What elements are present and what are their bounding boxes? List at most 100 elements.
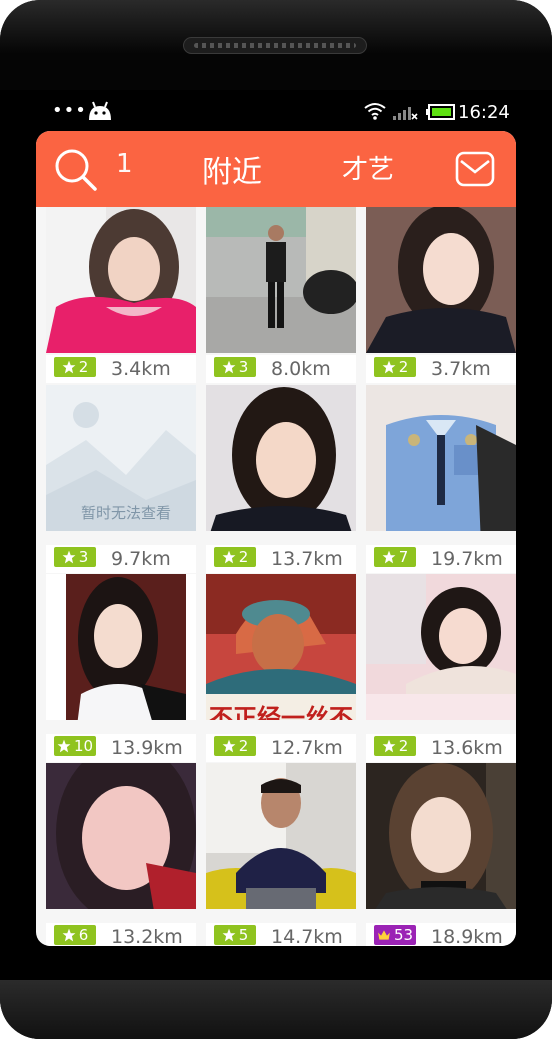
user-photo <box>46 574 196 720</box>
mail-icon[interactable] <box>455 151 495 187</box>
level-value: 53 <box>393 926 414 944</box>
level-value: 3 <box>78 548 89 566</box>
search-icon[interactable] <box>54 148 98 192</box>
level-badge: 2 <box>214 547 256 567</box>
user-card[interactable]: 10 13.9km <box>46 574 196 763</box>
level-value: 2 <box>238 737 249 755</box>
level-value: 7 <box>398 548 409 566</box>
speaker-grille <box>183 37 367 54</box>
user-card[interactable]: 2 3.4km <box>46 207 196 396</box>
user-photo <box>206 207 356 353</box>
user-info: 2 12.7km <box>206 734 356 762</box>
wifi-icon <box>364 103 386 120</box>
distance-label: 14.7km <box>271 926 343 946</box>
distance-label: 8.0km <box>271 358 331 380</box>
level-badge: 2 <box>374 736 416 756</box>
user-photo <box>206 763 356 909</box>
user-card[interactable]: 2 3.7km <box>366 207 516 396</box>
more-dots-icon: ••• <box>52 100 87 121</box>
level-badge: 3 <box>214 357 256 377</box>
level-badge: 2 <box>214 736 256 756</box>
level-badge: 53 <box>374 925 416 945</box>
level-badge: 7 <box>374 547 416 567</box>
level-badge: 10 <box>54 736 96 756</box>
user-info: 2 3.4km <box>46 355 196 383</box>
level-badge: 3 <box>54 547 96 567</box>
level-value: 3 <box>238 358 249 376</box>
user-info: 2 13.6km <box>366 734 516 762</box>
user-photo <box>46 763 196 909</box>
user-card[interactable]: 6 13.2km <box>46 763 196 946</box>
star-icon <box>222 928 236 942</box>
tab-talent[interactable]: 才艺 <box>342 149 394 186</box>
user-card[interactable]: 5 14.7km <box>206 763 356 946</box>
level-value: 6 <box>78 926 89 944</box>
distance-label: 13.7km <box>271 548 343 570</box>
battery-icon <box>426 104 455 120</box>
distance-label: 3.7km <box>431 358 491 380</box>
level-badge: 2 <box>54 357 96 377</box>
star-icon <box>222 739 236 753</box>
star-icon <box>62 360 76 374</box>
distance-label: 13.2km <box>111 926 183 946</box>
distance-label: 18.9km <box>431 926 503 946</box>
user-card[interactable]: 53 18.9km <box>366 763 516 946</box>
user-photo: 不正经一丝不 <box>206 574 356 720</box>
distance-label: 19.7km <box>431 548 503 570</box>
distance-label: 12.7km <box>271 737 343 759</box>
level-value: 5 <box>238 926 249 944</box>
distance-label: 13.9km <box>111 737 183 759</box>
user-card[interactable]: 3 8.0km <box>206 207 356 396</box>
photo-placeholder-text: 暂时无法查看 <box>81 505 171 522</box>
star-icon <box>62 928 76 942</box>
photo-caption-text: 不正经一丝不 <box>209 704 353 720</box>
star-icon <box>62 550 76 564</box>
distance-label: 9.7km <box>111 548 171 570</box>
user-info: 7 19.7km <box>366 545 516 573</box>
level-badge: 5 <box>214 925 256 945</box>
level-badge: 6 <box>54 925 96 945</box>
user-card[interactable]: 暂时无法查看 3 9.7km <box>46 385 196 574</box>
signal-icon <box>393 107 418 120</box>
level-badge: 2 <box>374 357 416 377</box>
user-grid: 2 3.4km 3 8.0km 2 3.7km 暂时无法查看 3 9.7km 2… <box>36 207 516 946</box>
star-icon <box>57 739 71 753</box>
level-value: 2 <box>78 358 89 376</box>
user-photo <box>366 207 516 353</box>
crown-icon <box>378 930 390 940</box>
user-info: 3 8.0km <box>206 355 356 383</box>
star-icon <box>382 360 396 374</box>
user-info: 2 3.7km <box>366 355 516 383</box>
star-icon <box>382 739 396 753</box>
user-info: 53 18.9km <box>366 923 516 946</box>
user-photo <box>366 763 516 909</box>
user-card[interactable]: 2 13.7km <box>206 385 356 574</box>
app-screen: 1 附近 才艺 2 3.4km 3 8.0km 2 3.7km 暂时无法查看 3… <box>36 131 516 946</box>
level-value: 2 <box>398 737 409 755</box>
user-photo: 暂时无法查看 <box>46 385 196 531</box>
top-bar: 1 附近 才艺 <box>36 131 516 207</box>
user-card[interactable]: 2 13.6km <box>366 574 516 763</box>
distance-label: 3.4km <box>111 358 171 380</box>
user-info: 2 13.7km <box>206 545 356 573</box>
android-icon <box>89 101 111 120</box>
user-card[interactable]: 不正经一丝不 2 12.7km <box>206 574 356 763</box>
user-photo <box>366 385 516 531</box>
user-info: 6 13.2km <box>46 923 196 946</box>
phone-frame: ••• 16:24 1 附近 才艺 2 3.4km 3 8.0km 2 3.7k… <box>0 0 552 1039</box>
user-info: 5 14.7km <box>206 923 356 946</box>
tab-follow[interactable]: 1 <box>116 149 133 179</box>
user-photo <box>46 207 196 353</box>
star-icon <box>222 550 236 564</box>
star-icon <box>382 550 396 564</box>
status-time: 16:24 <box>458 102 510 123</box>
level-value: 2 <box>238 548 249 566</box>
user-info: 10 13.9km <box>46 734 196 762</box>
user-info: 3 9.7km <box>46 545 196 573</box>
level-value: 2 <box>398 358 409 376</box>
user-photo <box>366 574 516 720</box>
tab-nearby[interactable]: 附近 <box>202 147 262 191</box>
user-card[interactable]: 7 19.7km <box>366 385 516 574</box>
level-value: 10 <box>73 737 94 755</box>
distance-label: 13.6km <box>431 737 503 759</box>
